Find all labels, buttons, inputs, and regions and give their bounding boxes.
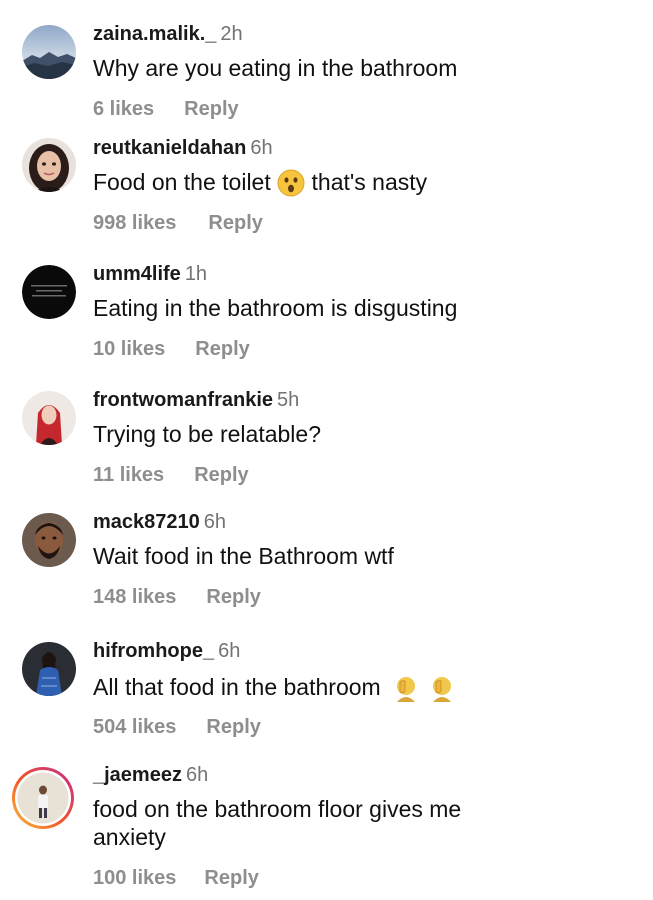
comment-username[interactable]: mack87210 (93, 511, 200, 533)
likes-count[interactable]: 100 likes (93, 866, 176, 890)
comment-text: Food on the toilet that's nasty (93, 168, 613, 197)
comment-username[interactable]: umm4life (93, 263, 181, 285)
comment-text-line: food on the bathroom floor gives me (93, 796, 462, 822)
comment-text: food on the bathroom floor gives me anxi… (93, 795, 613, 851)
likes-count[interactable]: 10 likes (93, 337, 165, 361)
comment-text-end: that's nasty (311, 169, 428, 195)
comment-text-line: anxiety (93, 824, 166, 850)
comment-username[interactable]: _jaemeez (93, 764, 182, 786)
likes-count[interactable]: 998 likes (93, 211, 176, 235)
comment-timestamp: 2h (220, 23, 243, 45)
comment-timestamp: 6h (203, 511, 227, 533)
likes-count[interactable]: 504 likes (93, 715, 176, 739)
reply-button[interactable]: Reply (206, 715, 260, 739)
comment-text: Trying to be relatable? (93, 421, 322, 447)
likes-count[interactable]: 148 likes (93, 585, 176, 609)
comment-timestamp: 6h (218, 640, 241, 662)
comment-text-start: All that food in the bathroom (93, 674, 381, 700)
mountain-landscape-avatar[interactable] (22, 25, 76, 79)
facepalm-emoji-icon (391, 672, 421, 702)
facepalm-emoji-icon (427, 672, 457, 702)
comment-item: umm4life 1h Eating in the bathroom is dis… (0, 248, 653, 374)
reply-button[interactable]: Reply (194, 463, 248, 487)
comment-item: frontwomanfrankie 5h Trying to be relatab… (0, 374, 653, 496)
person-story-ring-avatar[interactable] (11, 766, 75, 830)
comment-username[interactable]: frontwomanfrankie (93, 389, 273, 411)
comment-username[interactable]: zaina.malik._ (93, 23, 216, 45)
comment-item: _jaemeez 6h food on the bathroom floor gi… (0, 751, 653, 900)
comment-timestamp: 5h (277, 389, 300, 411)
comment-text: Wait food in the Bathroom wtf (93, 543, 394, 569)
comment-item: reutkanieldahan 6h Food on the toilet tha… (0, 124, 653, 248)
comment-username[interactable]: hifromhope_ (93, 640, 214, 662)
comment-item: mack87210 6h Wait food in the Bathroom wt… (0, 496, 653, 621)
reply-button[interactable]: Reply (206, 585, 260, 609)
woman-blue-dress-avatar[interactable] (22, 642, 76, 696)
comment-text: All that food in the bathroom (93, 672, 613, 702)
comment-text: Eating in the bathroom is disgusting (93, 295, 458, 321)
comment-timestamp: 6h (250, 137, 273, 159)
comment-username[interactable]: reutkanieldahan (93, 137, 246, 159)
likes-count[interactable]: 6 likes (93, 97, 154, 121)
woman-face-avatar[interactable] (22, 138, 76, 192)
comment-text: Why are you eating in the bathroom (93, 55, 458, 81)
astonished-face-icon (277, 169, 305, 197)
likes-count[interactable]: 11 likes (93, 463, 164, 487)
reply-button[interactable]: Reply (204, 866, 258, 890)
reply-button[interactable]: Reply (195, 337, 249, 361)
red-hair-woman-avatar[interactable] (22, 391, 76, 445)
comment-timestamp: 6h (185, 764, 209, 786)
reply-button[interactable]: Reply (208, 211, 262, 235)
reply-button[interactable]: Reply (184, 97, 238, 121)
comment-text-start: Food on the toilet (93, 169, 271, 195)
comment-item: zaina.malik._ 2h Why are you eating in th… (0, 0, 653, 124)
black-text-avatar[interactable] (22, 265, 76, 319)
man-face-avatar[interactable] (22, 513, 76, 567)
comment-timestamp: 1h (184, 263, 208, 285)
comment-item: hifromhope_ 6h All that food in the bathr… (0, 621, 653, 751)
